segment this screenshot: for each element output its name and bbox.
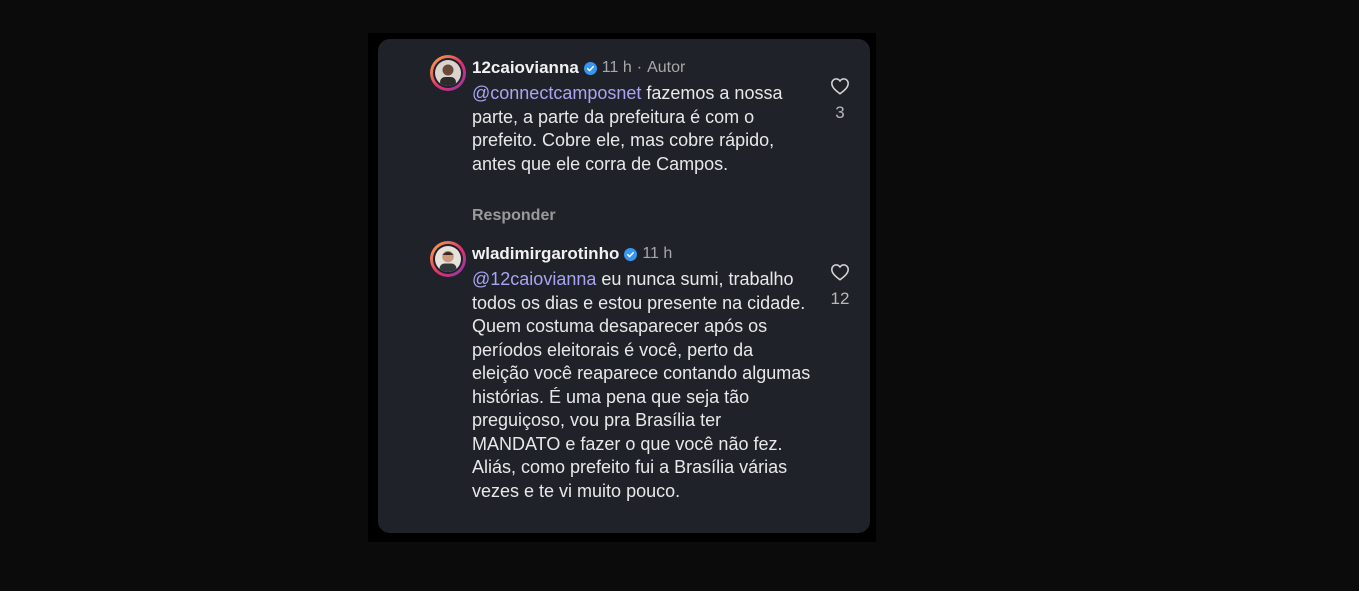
comments-card: 12caiovianna 11 h · Autor @connectcampos…: [378, 39, 870, 533]
avatar-photo: [435, 246, 461, 272]
comment-text: @connectcamposnet fazemos a nossa parte,…: [472, 82, 812, 176]
comment-header: 12caiovianna 11 h · Autor: [472, 57, 685, 79]
timestamp: 11 h: [601, 59, 632, 76]
avatar[interactable]: [430, 55, 466, 91]
author-tag: Autor: [647, 59, 686, 76]
heart-outline-icon[interactable]: [830, 263, 850, 281]
like-control: 12: [828, 263, 852, 309]
avatar-photo: [435, 60, 461, 86]
mention-link[interactable]: @connectcamposnet: [472, 83, 641, 103]
verified-badge-icon: [624, 247, 638, 261]
timestamp: 11 h: [642, 245, 673, 262]
reply-button[interactable]: Responder: [472, 207, 556, 225]
heart-outline-icon[interactable]: [830, 77, 850, 95]
comment-text: @12caiovianna eu nunca sumi, trabalho to…: [472, 268, 812, 503]
verified-badge-icon: [583, 61, 597, 75]
like-control: 3: [828, 77, 852, 123]
username[interactable]: 12caiovianna: [472, 58, 579, 78]
comment-body: eu nunca sumi, trabalho todos os dias e …: [472, 269, 811, 501]
username[interactable]: wladimirgarotinho: [472, 244, 619, 264]
avatar[interactable]: [430, 241, 466, 277]
like-count: 3: [835, 103, 845, 122]
comment-header: wladimirgarotinho 11 h: [472, 243, 672, 265]
mention-link[interactable]: @12caiovianna: [472, 269, 596, 289]
meta-separator: ·: [636, 59, 643, 76]
like-count: 12: [830, 289, 850, 308]
